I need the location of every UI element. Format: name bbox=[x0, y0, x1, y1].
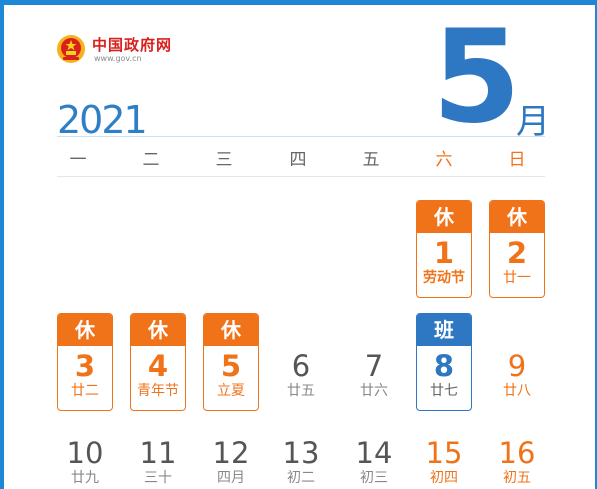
day-number: 15 bbox=[425, 436, 463, 470]
lunar-date: 廿七 bbox=[430, 383, 458, 399]
holiday-tag: 休 bbox=[58, 314, 112, 346]
day-number: 7 bbox=[364, 349, 384, 383]
lunar-date: 廿六 bbox=[360, 383, 388, 399]
weekday-fri: 五 bbox=[362, 150, 380, 170]
weekday-tue: 二 bbox=[142, 150, 160, 170]
day-number: 8 bbox=[433, 349, 455, 383]
logo-url: www.gov.cn bbox=[94, 54, 142, 63]
national-emblem-icon bbox=[57, 35, 85, 63]
gov-logo[interactable]: 中国政府网 www.gov.cn bbox=[56, 34, 196, 68]
day-cell[interactable]: 15 初四 bbox=[416, 437, 472, 487]
lunar-date: 廿二 bbox=[71, 383, 99, 399]
day-cell[interactable]: 6 廿五 bbox=[273, 350, 329, 400]
holiday-tag: 休 bbox=[204, 314, 258, 346]
day-cell-workday[interactable]: 班 8 廿七 bbox=[416, 313, 472, 411]
day-cell[interactable]: 12 四月 bbox=[203, 437, 259, 487]
lunar-date: 三十 bbox=[144, 470, 172, 486]
day-number: 12 bbox=[212, 436, 250, 470]
weekday-sat: 六 bbox=[435, 150, 453, 170]
frame-left-border bbox=[0, 0, 4, 489]
holiday-tag: 休 bbox=[490, 201, 544, 233]
day-number: 10 bbox=[66, 436, 104, 470]
day-cell[interactable]: 10 廿九 bbox=[57, 437, 113, 487]
weekday-sun: 日 bbox=[508, 150, 526, 170]
day-number: 16 bbox=[498, 436, 536, 470]
weekday-mon: 一 bbox=[69, 150, 87, 170]
day-cell[interactable]: 11 三十 bbox=[130, 437, 186, 487]
day-cell[interactable]: 7 廿六 bbox=[346, 350, 402, 400]
lunar-date: 初四 bbox=[430, 470, 458, 486]
day-number: 3 bbox=[74, 349, 96, 383]
day-number: 14 bbox=[355, 436, 393, 470]
workday-tag: 班 bbox=[417, 314, 471, 346]
day-cell[interactable]: 16 初五 bbox=[489, 437, 545, 487]
weekday-thu: 四 bbox=[289, 150, 307, 170]
day-number: 9 bbox=[507, 349, 527, 383]
lunar-date: 初五 bbox=[503, 470, 531, 486]
header-divider bbox=[57, 136, 545, 137]
day-cell[interactable]: 9 廿八 bbox=[489, 350, 545, 400]
month-number: 5 bbox=[432, 3, 522, 152]
weekday-divider bbox=[57, 176, 545, 177]
lunar-date: 劳动节 bbox=[423, 270, 465, 286]
day-cell-holiday[interactable]: 休 1 劳动节 bbox=[416, 200, 472, 298]
lunar-date: 廿一 bbox=[503, 270, 531, 286]
day-cell[interactable]: 14 初三 bbox=[346, 437, 402, 487]
day-cell-holiday[interactable]: 休 5 立夏 bbox=[203, 313, 259, 411]
lunar-date: 四月 bbox=[217, 470, 245, 486]
holiday-tag: 休 bbox=[131, 314, 185, 346]
day-number: 5 bbox=[220, 349, 242, 383]
logo-name: 中国政府网 bbox=[92, 36, 173, 54]
day-number: 13 bbox=[282, 436, 320, 470]
lunar-date: 立夏 bbox=[217, 383, 245, 399]
day-number: 4 bbox=[147, 349, 169, 383]
holiday-tag: 休 bbox=[417, 201, 471, 233]
day-cell-holiday[interactable]: 休 2 廿一 bbox=[489, 200, 545, 298]
lunar-date: 廿九 bbox=[71, 470, 99, 486]
day-number: 2 bbox=[506, 236, 528, 270]
lunar-date: 廿五 bbox=[287, 383, 315, 399]
day-number: 6 bbox=[291, 349, 311, 383]
day-cell[interactable]: 13 初二 bbox=[273, 437, 329, 487]
lunar-date: 廿八 bbox=[503, 383, 531, 399]
day-number: 11 bbox=[139, 436, 177, 470]
day-cell-holiday[interactable]: 休 3 廿二 bbox=[57, 313, 113, 411]
lunar-date: 初三 bbox=[360, 470, 388, 486]
weekday-wed: 三 bbox=[215, 150, 233, 170]
lunar-date: 初二 bbox=[287, 470, 315, 486]
day-number: 1 bbox=[433, 236, 455, 270]
day-cell-holiday[interactable]: 休 4 青年节 bbox=[130, 313, 186, 411]
lunar-date: 青年节 bbox=[137, 383, 179, 399]
